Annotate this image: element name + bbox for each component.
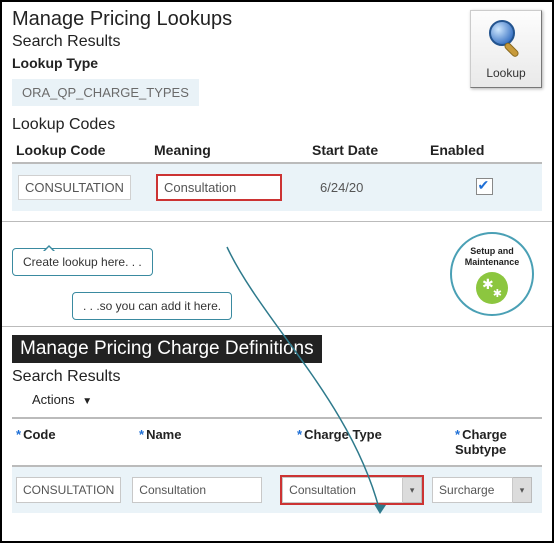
charge-type-select[interactable]: Consultation ▾ (282, 477, 422, 503)
lookup-type-label: Lookup Type (12, 55, 542, 71)
setup-and-maintenance-badge[interactable]: Setup and Maintenance (450, 232, 534, 316)
chevron-down-icon[interactable]: ▾ (403, 477, 422, 503)
name-input[interactable]: Consultation (132, 477, 262, 503)
charge-definitions-title: Manage Pricing Charge Definitions (12, 335, 322, 363)
charge-type-value: Consultation (282, 477, 403, 503)
manage-pricing-charge-definitions-panel: Manage Pricing Charge Definitions Search… (2, 327, 552, 513)
lookup-code-cell[interactable]: CONSULTATION (18, 175, 131, 200)
annotation-band: Create lookup here. . . . . .so you can … (2, 222, 552, 327)
col-lookup-code: Lookup Code (12, 138, 150, 163)
page-title: Manage Pricing Lookups (12, 8, 542, 31)
col-name: Name (146, 427, 181, 442)
setup-circle-label: Setup and Maintenance (452, 234, 532, 268)
col-start-date: Start Date (308, 138, 426, 163)
charge-defs-search-results: Search Results (12, 368, 542, 386)
chevron-down-icon: ▼ (82, 396, 92, 407)
gear-icon (476, 272, 508, 304)
charge-defs-header-row: *Code *Name *Charge Type *Charge Subtype (12, 417, 542, 467)
col-enabled: Enabled (426, 138, 542, 163)
charge-def-row[interactable]: CONSULTATION Consultation Consultation ▾… (12, 467, 542, 513)
actions-menu[interactable]: Actions ▼ (32, 392, 542, 407)
chevron-down-icon[interactable]: ▾ (513, 477, 532, 503)
code-input[interactable]: CONSULTATION (16, 477, 121, 503)
callout-add-here: . . .so you can add it here. (72, 292, 232, 320)
start-date-cell[interactable]: 6/24/20 (314, 176, 369, 199)
lookup-badge[interactable]: Lookup (470, 10, 542, 88)
table-row[interactable]: CONSULTATION Consultation 6/24/20 (12, 163, 542, 211)
lookup-badge-label: Lookup (471, 66, 541, 80)
charge-subtype-select[interactable]: Surcharge ▾ (432, 477, 532, 503)
charge-subtype-value: Surcharge (432, 477, 513, 503)
col-meaning: Meaning (150, 138, 308, 163)
callout-create-lookup: Create lookup here. . . (12, 248, 153, 276)
actions-label: Actions (32, 392, 75, 407)
meaning-cell[interactable]: Consultation (156, 174, 282, 201)
lookup-codes-heading: Lookup Codes (12, 116, 542, 134)
magnifier-icon (484, 17, 528, 61)
col-charge-subtype: Charge Subtype (455, 427, 507, 457)
lookup-type-value: ORA_QP_CHARGE_TYPES (12, 79, 199, 106)
col-code: Code (23, 427, 56, 442)
col-charge-type: Charge Type (304, 427, 382, 442)
search-results-heading: Search Results (12, 33, 542, 51)
enabled-checkbox[interactable] (476, 178, 493, 195)
lookup-codes-table: Lookup Code Meaning Start Date Enabled C… (12, 138, 542, 211)
